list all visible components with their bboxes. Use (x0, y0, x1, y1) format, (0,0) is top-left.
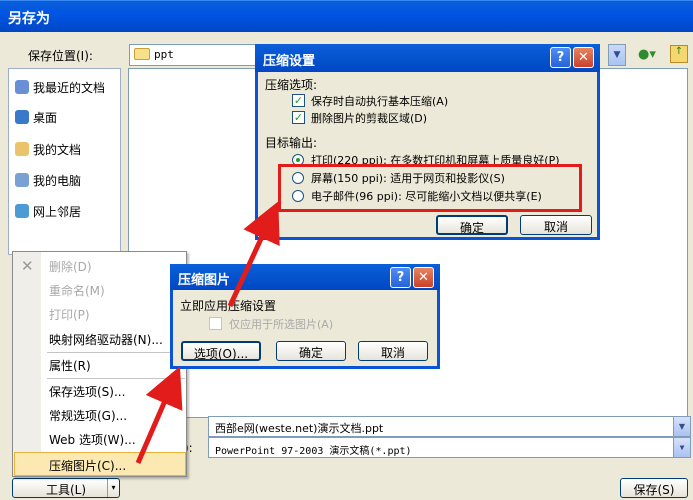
arrow-to-options (135, 366, 183, 464)
arrow-to-settings (227, 201, 280, 308)
annotation-arrows (135, 201, 280, 464)
